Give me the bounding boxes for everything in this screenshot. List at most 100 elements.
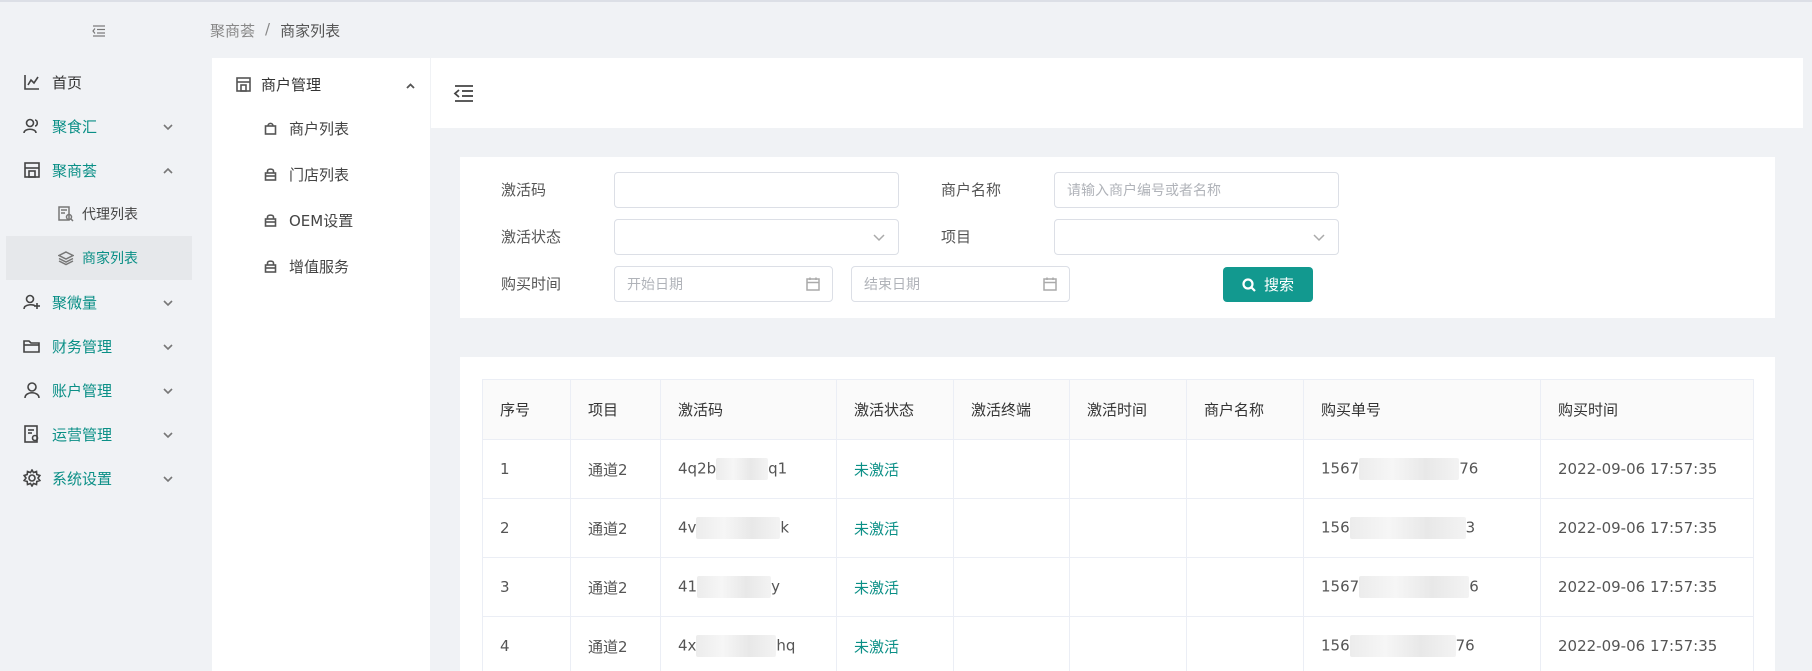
cell-order-no: 156 3 [1303,498,1541,558]
order-start: 156 [1321,636,1350,655]
store-icon [22,160,42,180]
code-end: hq [776,636,796,655]
chevron-down-icon [162,339,176,353]
sidebar-item-juweiliang[interactable]: 聚微量 [6,280,192,324]
order-end: 3 [1465,518,1476,537]
secondary-menu: 商户管理 商户列表 门店列表 OEM设置 增值服务 [212,58,430,671]
sidebar-subitem-merchants[interactable]: 商家列表 [6,236,192,280]
cell-purchase-time: 2022-09-06 17:57:35 [1540,616,1754,671]
order-end: 6 [1469,577,1479,596]
submenu-item-oem-settings[interactable]: OEM设置 [264,210,414,230]
table-header-row: 序号 项目 激活码 激活状态 激活终端 激活时间 商户名称 购买单号 购买时间 [482,379,1754,440]
activation-code-table: 序号 项目 激活码 激活状态 激活终端 激活时间 商户名称 购买单号 购买时间 … [482,379,1754,671]
submenu-item-merchant-list[interactable]: 商户列表 [264,118,414,138]
submenu-item-value-added[interactable]: 增值服务 [264,256,414,276]
sidebar-item-settings[interactable]: 系统设置 [6,456,192,500]
menu-toggle-button[interactable] [453,82,475,104]
submenu-item-store-list[interactable]: 门店列表 [264,164,414,184]
chevron-down-icon [162,427,176,441]
report-icon [22,424,42,444]
column-header: 商户名称 [1186,379,1304,440]
redacted-blur [1359,458,1460,480]
breadcrumb-separator: / [265,20,271,38]
sidebar-item-jushanghui[interactable]: 聚商荟 [6,148,192,192]
cell-order-no: 156 76 [1303,616,1541,671]
sidebar-collapse-button[interactable] [6,2,192,60]
table-row: 1 通道2 4q2b q1 未激活 1567 76 2022-09-06 17:57… [482,439,1754,499]
order-end: 76 [1455,636,1475,655]
breadcrumb-parent[interactable]: 聚商荟 [210,20,255,41]
search-button-label: 搜索 [1263,276,1294,294]
activation-status-label: 激活状态 [501,228,562,246]
user-icon [22,380,42,400]
menu-fold-icon [453,85,473,102]
code-start: 4v [678,518,697,537]
cell-purchase-time: 2022-09-06 17:57:35 [1540,498,1754,558]
chevron-up-icon [405,78,416,96]
submenu-header-merchant-management[interactable]: 商户管理 [236,74,416,94]
sidebar-item-jushihui[interactable]: 聚食汇 [6,104,192,148]
cell-activation-code: 4x hq [660,616,837,671]
cell-no: 3 [482,557,571,617]
sidebar-item-label: 运营管理 [52,425,113,444]
cell-activated-at [1069,616,1187,671]
redacted-blur [697,576,772,598]
activation-status-select[interactable] [614,219,899,255]
sidebar-subitem-agents[interactable]: 代理列表 [6,192,192,236]
sidebar-subitem-label: 代理列表 [82,207,138,223]
chevron-down-icon [162,119,176,133]
search-button[interactable]: 搜索 [1223,267,1313,302]
redacted-blur [716,458,769,480]
bag-icon [264,122,277,135]
sidebar-item-home[interactable]: 首页 [6,60,192,104]
chevron-down-icon [162,383,176,397]
code-start: 4x [678,636,697,655]
sidebar-item-operations[interactable]: 运营管理 [6,412,192,456]
lock-icon [264,167,277,181]
end-date-input[interactable]: 结束日期 [851,266,1070,302]
lock-icon [264,259,277,273]
table-row: 2 通道2 4v k 未激活 156 3 2022-09-06 17:57:35 [482,498,1754,558]
cell-project: 通道2 [570,439,661,499]
order-end: 76 [1459,459,1479,478]
cell-activation-code: 41 y [660,557,837,617]
cell-no: 2 [482,498,571,558]
column-header: 购买时间 [1540,379,1754,440]
merchant-name-placeholder: 请输入商户编号或者名称 [1067,183,1221,199]
sidebar-item-finance[interactable]: 财务管理 [6,324,192,368]
breadcrumb-current: 商家列表 [280,22,341,40]
store-icon [236,76,251,92]
chevron-down-icon [1312,230,1326,248]
code-end: q1 [768,459,788,478]
cell-merchant [1186,498,1304,558]
end-date-placeholder: 结束日期 [864,277,920,293]
sidebar-item-account[interactable]: 账户管理 [6,368,192,412]
cell-activation-code: 4v k [660,498,837,558]
project-select[interactable] [1054,219,1339,255]
sidebar-item-label: 系统设置 [52,469,113,488]
column-header: 序号 [482,379,571,440]
cell-activated-at [1069,439,1187,499]
redacted-blur [1349,517,1466,539]
list-search-icon [58,205,76,223]
cell-no: 4 [482,616,571,671]
cell-status: 未激活 [836,616,954,671]
activation-code-input[interactable] [614,172,899,208]
sidebar-item-label: 聚微量 [52,293,98,312]
cell-terminal [953,439,1070,499]
redacted-blur [696,517,781,539]
chevron-down-icon [162,471,176,485]
cell-status: 未激活 [836,498,954,558]
redacted-blur [696,635,777,657]
layers-icon [58,249,76,267]
sidebar-item-label: 聚商荟 [52,161,98,180]
cell-project: 通道2 [570,498,661,558]
start-date-input[interactable]: 开始日期 [614,266,833,302]
merchant-name-input[interactable]: 请输入商户编号或者名称 [1054,172,1339,208]
order-start: 1567 [1321,459,1360,478]
sidebar-subitem-label: 商家列表 [82,251,138,267]
cell-merchant [1186,616,1304,671]
submenu-item-label: OEM设置 [289,211,354,230]
cell-activation-code: 4q2b q1 [660,439,837,499]
content-header [431,58,1803,128]
